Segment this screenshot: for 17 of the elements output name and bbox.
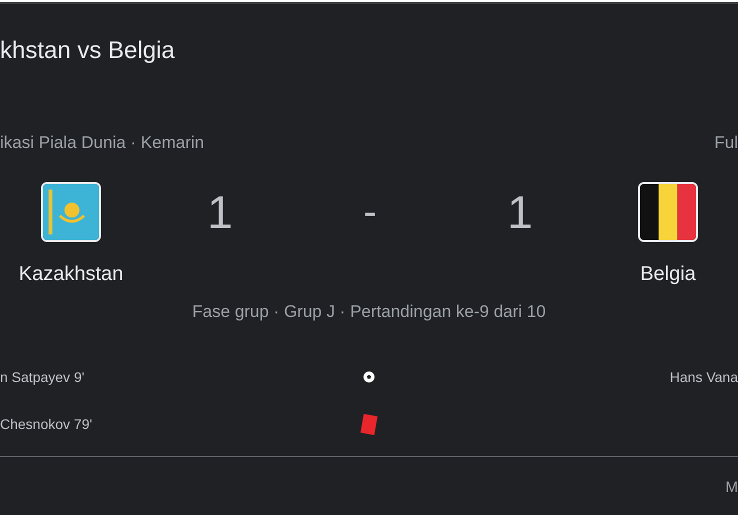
match-status: Ful — [714, 132, 738, 154]
event-player: Hans Vana — [670, 368, 738, 386]
score: 1 — [507, 185, 533, 240]
flag-icon — [638, 182, 698, 242]
match-stage: Fase grup · Grup J · Pertandingan ke-9 dari 10 — [192, 301, 546, 323]
footer-text: M — [726, 478, 738, 498]
team-name: Kazakhstan — [18, 262, 124, 287]
competition-info: ikasi Piala Dunia · Kemarin — [0, 132, 204, 154]
penalty-card-icon — [360, 413, 378, 435]
score-separator: - — [363, 189, 377, 236]
event-player: Chesnokov 79' — [0, 414, 92, 434]
match-title: khstan vs Belgia — [0, 36, 176, 66]
score: 1 — [207, 185, 233, 240]
event-player: n Satpayev 9' — [0, 368, 84, 387]
team-name: Belgia — [640, 262, 696, 287]
flag-icon — [41, 182, 101, 242]
soccer-ball-icon — [363, 371, 375, 383]
